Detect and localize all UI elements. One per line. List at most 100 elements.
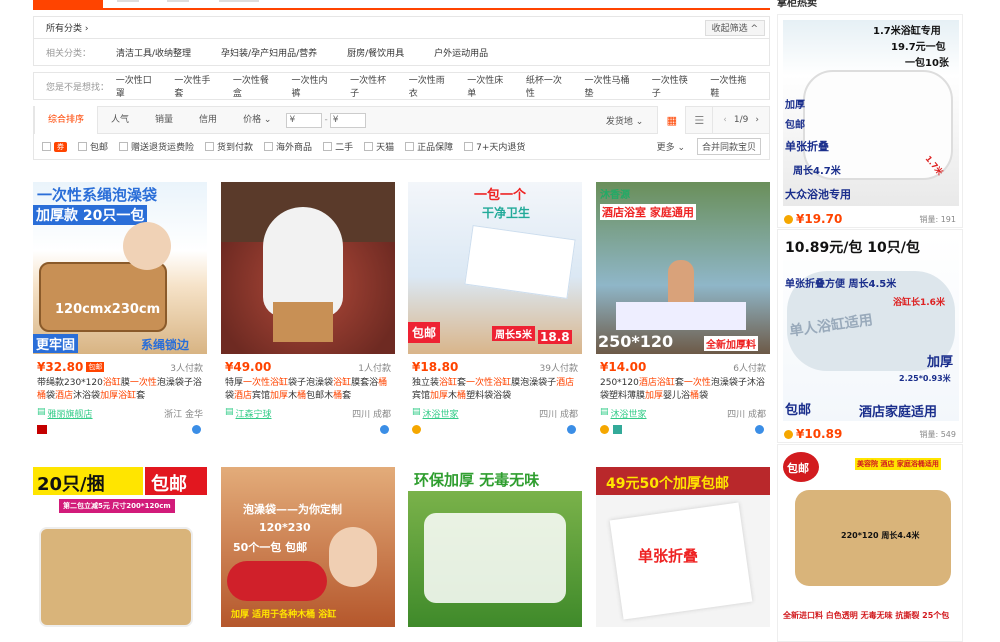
shop-icon: ▤	[600, 407, 609, 417]
service-icon[interactable]	[613, 425, 622, 434]
tab-ghost[interactable]	[219, 0, 259, 2]
sidebar-price-line: ¥19.70 销量: 191	[778, 211, 962, 227]
sort-sales[interactable]: 销量	[142, 106, 186, 134]
product-card[interactable]: ¥49.00 1人付款 特厚一次性浴缸袋子泡澡袋浴缸膜套浴桶袋酒店宾馆加厚木桶包…	[221, 182, 395, 435]
suggest-item[interactable]: 一次性杯子	[350, 73, 394, 99]
related-item[interactable]: 厨房/餐饮用具	[347, 46, 404, 59]
image-text: 包邮	[408, 322, 441, 343]
filter-checkbox[interactable]: 二手	[323, 140, 353, 153]
product-card[interactable]: 20只/捆 包邮 第二包立减5元 尺寸200*120cm	[33, 467, 207, 627]
grid-view-icon[interactable]: ▦	[657, 106, 686, 134]
shop-icon: ▤	[225, 407, 234, 417]
image-text: 1.7米浴缸专用	[873, 26, 941, 37]
filter-checkbox[interactable]: 包邮	[78, 140, 108, 153]
merge-same-items-button[interactable]: 合并同款宝贝	[696, 138, 761, 155]
product-card[interactable]: 一包一个 干净卫生 包邮 周长5米 18.8 ¥18.80 39人付款 独立装浴…	[408, 182, 582, 435]
product-title[interactable]: 带绳款230*120浴缸膜一次性泡澡袋子浴桶袋酒店沐浴袋加厚浴缸套	[33, 377, 207, 403]
prev-page-icon[interactable]: ‹	[723, 115, 727, 125]
tab-ghost[interactable]	[117, 0, 139, 2]
image-text: 包邮	[783, 452, 819, 482]
related-item[interactable]: 清洁工具/收纳整理	[116, 46, 191, 59]
suggest-item[interactable]: 一次性马桶垫	[584, 73, 636, 99]
suggest-item[interactable]: 一次性床单	[467, 73, 511, 99]
suggest-item[interactable]: 一次性口罩	[116, 73, 160, 99]
gold-seller-icon[interactable]	[600, 425, 609, 434]
image-text: 2.25*0.93米	[899, 374, 951, 383]
filter-checkbox[interactable]: 7+天内退货	[464, 140, 525, 153]
related-item[interactable]: 孕妇装/孕产妇用品/营养	[221, 46, 317, 59]
sales-count: 销量: 549	[919, 429, 956, 439]
shop-name[interactable]: 雅丽旗舰店	[48, 407, 93, 420]
sidebar-product-image[interactable]: 10.89元/包 10只/包 单张折叠方便 周长4.5米 浴缸长1.6米 单人浴…	[783, 235, 959, 421]
product-image[interactable]: 一次性系绳泡澡袋 加厚款 20只一包 120cmx230cm 更牢固 系绳锁边	[33, 182, 207, 354]
product-image[interactable]: 环保加厚 无毒无味	[408, 467, 582, 627]
ship-from-dropdown[interactable]: 发货地 ⌄	[606, 114, 643, 127]
product-title[interactable]: 250*120酒店浴缸套一次性泡澡袋子沐浴袋塑料薄膜加厚婴儿浴桶袋	[596, 377, 770, 403]
product-card[interactable]: 环保加厚 无毒无味	[408, 467, 582, 627]
coupon-checkbox[interactable]: 券	[42, 141, 67, 152]
more-filters-button[interactable]: 更多 ⌄	[657, 140, 685, 153]
product-image[interactable]	[221, 182, 395, 354]
product-title[interactable]: 特厚一次性浴缸袋子泡澡袋浴缸膜套浴桶袋酒店宾馆加厚木桶包邮木桶套	[221, 377, 395, 403]
product-card[interactable]: 一次性系绳泡澡袋 加厚款 20只一包 120cmx230cm 更牢固 系绳锁边 …	[33, 182, 207, 435]
tub-shape	[39, 262, 167, 332]
sort-price[interactable]: 价格 ⌄	[230, 106, 284, 134]
sidebar-product-image[interactable]: 1.7米浴缸专用 19.7元一包 一包10张 加厚 包邮 单张折叠 周长4.7米…	[783, 20, 959, 206]
sort-credit[interactable]: 信用	[186, 106, 230, 134]
filter-checkbox[interactable]: 货到付款	[205, 140, 253, 153]
next-page-icon[interactable]: ›	[755, 115, 759, 125]
product-image[interactable]: 沐香源 酒店浴室 家庭通用 250*120 全新加厚料	[596, 182, 770, 354]
wangwang-icon[interactable]	[567, 425, 576, 434]
sidebar-product-image[interactable]: 包邮 美容院 酒店 家庭浴桶适用 220*120 周长4.4米 全新进口料 白色…	[783, 450, 959, 636]
sort-default[interactable]: 综合排序	[34, 106, 99, 134]
list-view-icon[interactable]: ☰	[685, 106, 714, 134]
wangwang-icon[interactable]	[755, 425, 764, 434]
image-text: 20只/捆	[33, 467, 143, 495]
price-max-input[interactable]: ¥	[329, 112, 366, 128]
shop-name[interactable]: 江森宁球	[236, 407, 272, 420]
shop-line: ▤ 沐浴世家 四川 成都	[596, 407, 770, 420]
tab-ghost[interactable]	[167, 0, 189, 2]
sidebar-product-card[interactable]: 1.7米浴缸专用 19.7元一包 一包10张 加厚 包邮 单张折叠 周长4.7米…	[777, 14, 963, 228]
filter-checkbox[interactable]: 赠送退货运费险	[119, 140, 194, 153]
suggest-item[interactable]: 一次性手套	[174, 73, 218, 99]
product-card[interactable]: 泡澡袋——为你定制 120*230 50个一包 包邮 加厚 适用于各种木桶 浴缸	[221, 467, 395, 627]
wangwang-icon[interactable]	[192, 425, 201, 434]
tub-shape	[39, 527, 193, 627]
image-text: 浴缸长1.6米	[893, 298, 945, 308]
suggest-item[interactable]: 一次性内裤	[292, 73, 336, 99]
sidebar-product-card[interactable]: 包邮 美容院 酒店 家庭浴桶适用 220*120 周长4.4米 全新进口料 白色…	[777, 444, 963, 642]
related-item[interactable]: 户外运动用品	[434, 46, 488, 59]
image-text: 大众浴池专用	[785, 188, 851, 201]
coupon-badge-icon: 券	[54, 141, 67, 152]
shop-name[interactable]: 沐浴世家	[611, 407, 647, 420]
suggest-item[interactable]: 一次性餐盒	[233, 73, 277, 99]
tmall-icon[interactable]	[37, 425, 47, 434]
gold-seller-icon[interactable]	[412, 425, 421, 434]
image-text: 220*120 周长4.4米	[841, 531, 920, 540]
collapse-filter-button[interactable]: 收起筛选 ^	[704, 19, 765, 36]
sort-popularity[interactable]: 人气	[98, 106, 142, 134]
image-text: 10.89元/包 10只/包	[785, 240, 920, 256]
suggest-item[interactable]: 一次性筷子	[652, 73, 696, 99]
product-card[interactable]: 沐香源 酒店浴室 家庭通用 250*120 全新加厚料 ¥14.00 6人付款 …	[596, 182, 770, 435]
image-text: 周长4.7米	[793, 166, 841, 177]
filter-checkbox[interactable]: 正品保障	[405, 140, 453, 153]
product-image[interactable]: 一包一个 干净卫生 包邮 周长5米 18.8	[408, 182, 582, 354]
shop-name[interactable]: 沐浴世家	[423, 407, 459, 420]
product-title[interactable]: 独立装浴缸套一次性浴缸膜泡澡袋子酒店宾馆加厚木桶塑料袋浴袋	[408, 377, 582, 403]
filter-checkbox[interactable]: 天猫	[364, 140, 394, 153]
suggest-item[interactable]: 一次性雨衣	[409, 73, 453, 99]
product-image[interactable]: 49元50个加厚包邮 单张折叠	[596, 467, 770, 627]
all-categories-link[interactable]: 所有分类 ›	[46, 21, 88, 34]
product-image[interactable]: 20只/捆 包邮 第二包立减5元 尺寸200*120cm	[33, 467, 207, 627]
suggest-item[interactable]: 纸杯一次性	[526, 73, 570, 99]
product-card[interactable]: 49元50个加厚包邮 单张折叠	[596, 467, 770, 627]
wangwang-icon[interactable]	[380, 425, 389, 434]
tab-all-items[interactable]	[33, 0, 103, 8]
sidebar-product-card[interactable]: 10.89元/包 10只/包 单张折叠方便 周长4.5米 浴缸长1.6米 单人浴…	[777, 229, 963, 443]
filter-checkbox[interactable]: 海外商品	[264, 140, 312, 153]
product-image[interactable]: 泡澡袋——为你定制 120*230 50个一包 包邮 加厚 适用于各种木桶 浴缸	[221, 467, 395, 627]
price-min-input[interactable]: ¥	[286, 112, 323, 128]
suggest-item[interactable]: 一次性拖鞋	[710, 73, 754, 99]
